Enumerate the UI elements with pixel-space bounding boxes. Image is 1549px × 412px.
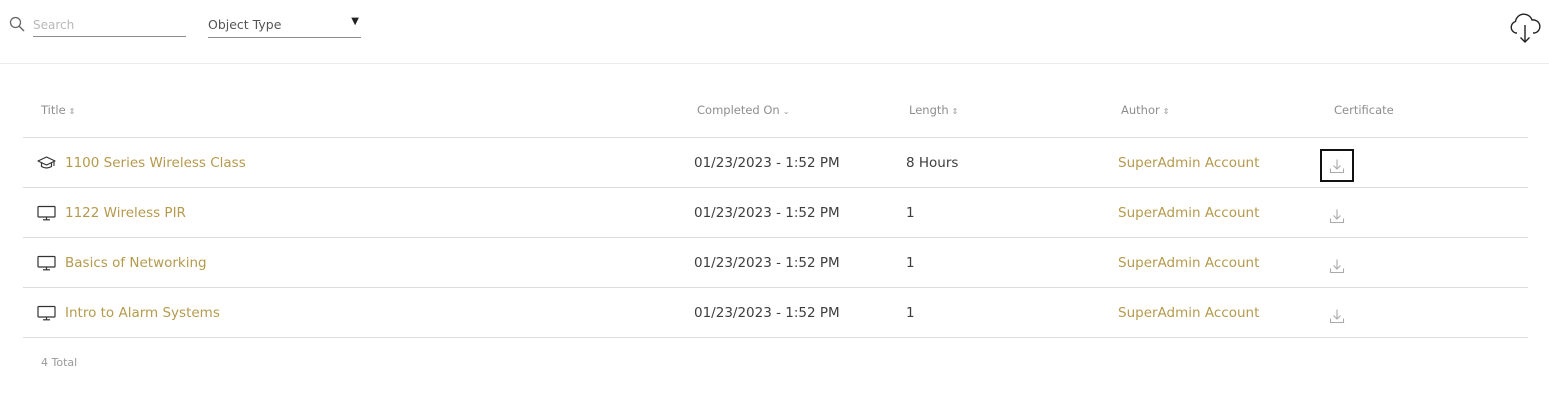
length-value: 8 Hours bbox=[906, 155, 959, 171]
certificate-download-button[interactable] bbox=[1320, 299, 1354, 332]
course-title-link[interactable]: Basics of Networking bbox=[65, 255, 207, 271]
course-title-link[interactable]: 1100 Series Wireless Class bbox=[65, 155, 246, 171]
header-author-label: Author bbox=[1121, 103, 1160, 117]
header-length-label: Length bbox=[909, 103, 949, 117]
certificate-download-button[interactable] bbox=[1320, 249, 1354, 282]
table-row: 1122 Wireless PIR 01/23/2023 - 1:52 PM 1… bbox=[23, 188, 1528, 238]
sort-icon: ⇕ bbox=[68, 107, 76, 116]
table-header: Title ⇕ Completed On ⌄ Length ⇕ Author ⇕ Cer… bbox=[23, 84, 1528, 138]
monitor-icon bbox=[37, 205, 56, 221]
author-link[interactable]: SuperAdmin Account bbox=[1118, 155, 1259, 171]
total-count: 4 Total bbox=[41, 356, 78, 369]
header-title[interactable]: Title ⇕ bbox=[41, 103, 75, 117]
sort-icon: ⇕ bbox=[951, 107, 959, 116]
table-row: 1100 Series Wireless Class 01/23/2023 - … bbox=[23, 138, 1528, 188]
certificate-download-button[interactable] bbox=[1320, 199, 1354, 232]
author-link[interactable]: SuperAdmin Account bbox=[1118, 205, 1259, 221]
cloud-download-icon bbox=[1510, 13, 1541, 43]
header-certificate: Certificate bbox=[1334, 103, 1394, 117]
completed-on-value: 01/23/2023 - 1:52 PM bbox=[694, 155, 840, 171]
header-completed-on[interactable]: Completed On ⌄ bbox=[697, 103, 789, 117]
download-icon bbox=[1329, 259, 1345, 273]
download-icon bbox=[1329, 159, 1345, 173]
header-author[interactable]: Author ⇕ bbox=[1121, 103, 1169, 117]
object-type-label: Object Type bbox=[208, 17, 282, 32]
header-certificate-label: Certificate bbox=[1334, 103, 1394, 117]
completed-on-value: 01/23/2023 - 1:52 PM bbox=[694, 305, 840, 321]
completed-on-value: 01/23/2023 - 1:52 PM bbox=[694, 255, 840, 271]
sort-desc-icon: ⌄ bbox=[782, 107, 790, 116]
certificate-download-button[interactable] bbox=[1320, 149, 1354, 182]
download-icon bbox=[1329, 309, 1345, 323]
search-box bbox=[9, 14, 186, 38]
length-value: 1 bbox=[906, 255, 915, 271]
object-type-dropdown[interactable]: Object Type ▼ bbox=[208, 14, 361, 38]
monitor-icon bbox=[37, 255, 56, 271]
course-title-link[interactable]: 1122 Wireless PIR bbox=[65, 205, 186, 221]
search-input[interactable] bbox=[33, 14, 186, 37]
completed-on-value: 01/23/2023 - 1:52 PM bbox=[694, 205, 840, 221]
header-title-label: Title bbox=[41, 103, 66, 117]
graduation-cap-icon bbox=[37, 156, 56, 169]
download-icon bbox=[1329, 209, 1345, 223]
toolbar: Object Type ▼ bbox=[0, 0, 1549, 64]
author-link[interactable]: SuperAdmin Account bbox=[1118, 255, 1259, 271]
author-link[interactable]: SuperAdmin Account bbox=[1118, 305, 1259, 321]
table-row: Intro to Alarm Systems 01/23/2023 - 1:52… bbox=[23, 288, 1528, 338]
header-completed-on-label: Completed On bbox=[697, 103, 780, 117]
download-all-button[interactable] bbox=[1508, 12, 1542, 44]
length-value: 1 bbox=[906, 205, 915, 221]
length-value: 1 bbox=[906, 305, 915, 321]
course-title-link[interactable]: Intro to Alarm Systems bbox=[65, 305, 220, 321]
caret-down-icon: ▼ bbox=[351, 16, 359, 27]
sort-icon: ⇕ bbox=[1162, 107, 1170, 116]
search-icon[interactable] bbox=[9, 16, 25, 32]
completed-courses-table: Title ⇕ Completed On ⌄ Length ⇕ Author ⇕ Cer… bbox=[23, 84, 1528, 338]
header-length[interactable]: Length ⇕ bbox=[909, 103, 958, 117]
table-row: Basics of Networking 01/23/2023 - 1:52 P… bbox=[23, 238, 1528, 288]
monitor-icon bbox=[37, 305, 56, 321]
